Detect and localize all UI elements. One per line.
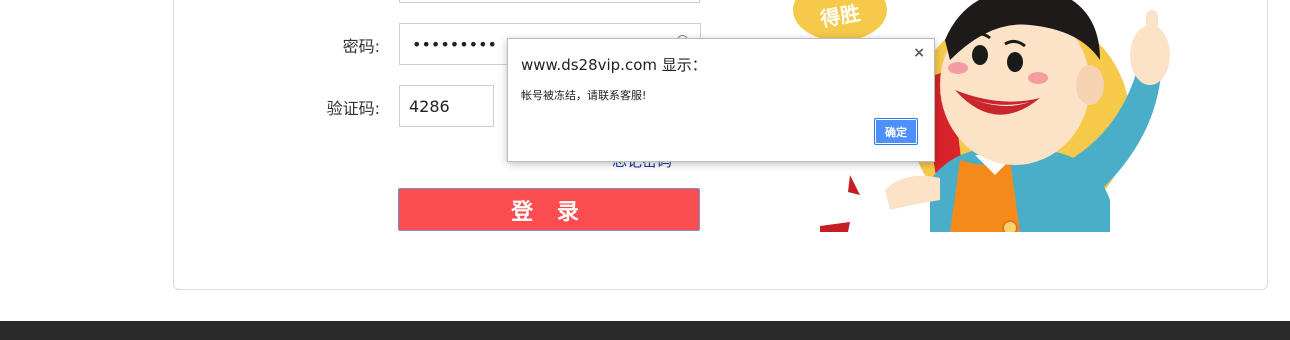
captcha-label: 验证码: [326,99,380,118]
captcha-field[interactable] [399,85,494,127]
username-field[interactable] [399,0,700,3]
close-icon[interactable]: × [913,45,925,61]
ok-button[interactable]: 确定 [874,118,918,145]
login-button[interactable]: 登 录 [398,188,700,231]
dialog-message: 帐号被冻结，请联系客服! [521,89,647,102]
dialog-title: www.ds28vip.com 显示： [521,56,707,74]
alert-dialog: www.ds28vip.com 显示： × 帐号被冻结，请联系客服! 确定 [507,38,935,162]
page-footer [0,321,1290,340]
password-label: 密码: [342,37,380,56]
